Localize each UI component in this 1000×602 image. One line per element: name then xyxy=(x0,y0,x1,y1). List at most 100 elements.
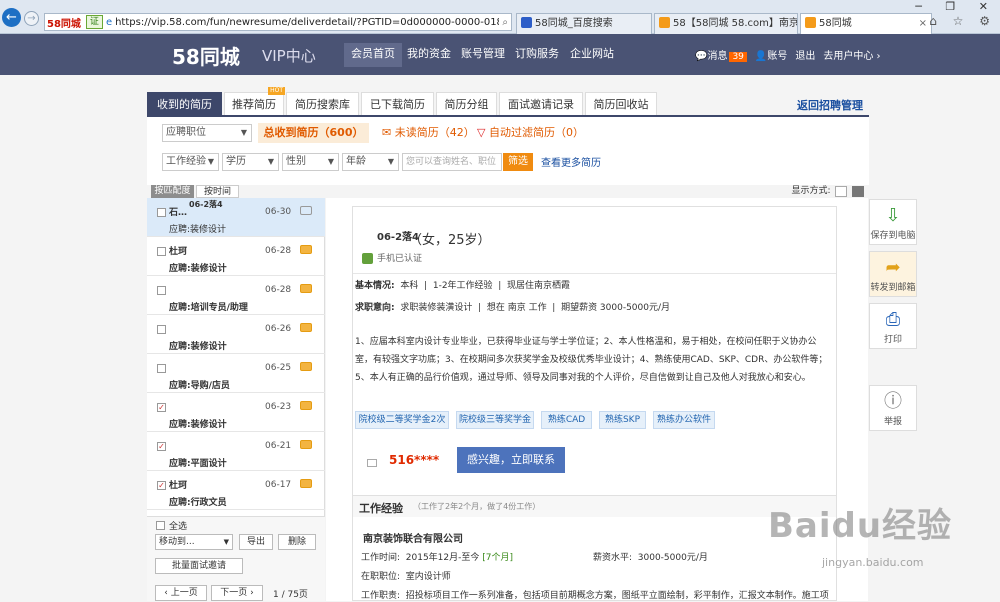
prev-page-button[interactable]: ‹ 上一页 xyxy=(155,585,207,601)
address-bar[interactable]: 58同城 证 e https://vip.58.com/fun/newresum… xyxy=(44,13,512,31)
next-page-button[interactable]: 下一页 › xyxy=(211,585,263,601)
position-select[interactable]: 应聘职位 ▼ xyxy=(162,124,252,142)
select-value: 性别 xyxy=(286,156,306,167)
tab-interview-records[interactable]: 面试邀请记录 xyxy=(499,92,583,115)
list-item[interactable]: 06-25 应聘:导购/店员 xyxy=(147,354,325,393)
info-icon: ⓘ xyxy=(884,391,902,412)
tab-received[interactable]: 收到的简历 xyxy=(147,92,222,115)
site-tag: 58同城 xyxy=(47,18,81,30)
url-text[interactable]: https://vip.58.com/fun/newresume/deliver… xyxy=(115,17,499,28)
browser-toolbar: ← → 58同城 证 e https://vip.58.com/fun/newr… xyxy=(0,0,1000,34)
phone-verified-icon xyxy=(362,253,373,264)
select-all-checkbox[interactable] xyxy=(156,521,165,530)
list-item[interactable]: 06-28 应聘:培训专员/助理 xyxy=(147,276,325,315)
unread-resumes-link[interactable]: ✉ 未读简历（42） xyxy=(382,124,475,142)
return-recruit-link[interactable]: 返回招聘管理 xyxy=(797,97,863,113)
applied-position: 应聘:行政文员 xyxy=(169,498,227,508)
nav-subscribe[interactable]: 订购服务 xyxy=(508,43,566,67)
row-checkbox[interactable] xyxy=(157,364,166,373)
back-icon[interactable]: ← xyxy=(2,8,21,27)
experience-select[interactable]: 工作经验 ▼ xyxy=(162,153,219,171)
save-to-pc-button[interactable]: ⇩ 保存到电脑 xyxy=(869,199,917,245)
list-item[interactable]: ✓ 06-21 应聘:平面设计 xyxy=(147,432,325,471)
basic-education: 本科 xyxy=(400,281,419,291)
account-link[interactable]: 账号 xyxy=(767,51,787,62)
nav-member-home[interactable]: 会员首页 xyxy=(344,43,402,67)
nav-account[interactable]: 账号管理 xyxy=(454,43,512,67)
sort-by-match[interactable]: 按匹配度 xyxy=(151,185,194,198)
list-item[interactable]: ✓ 06-23 应聘:装修设计 xyxy=(147,393,325,432)
browser-tab-58-nanjing[interactable]: 58【58同城 58.com】南京分类... xyxy=(654,13,798,34)
search-input[interactable]: 您可以查询姓名、职位 xyxy=(402,153,502,171)
list-item[interactable]: 杜珂 06-28 应聘:装修设计 xyxy=(147,237,325,276)
browser-tools-icons[interactable]: ⌂ ☆ ⚙ xyxy=(929,14,996,28)
gender-select[interactable]: 性别 ▼ xyxy=(282,153,339,171)
basic-info-row: 基本情况: 本科 | 1-2年工作经验 | 现居住南京栖霞 xyxy=(355,281,571,291)
nav-funds[interactable]: 我的资金 xyxy=(400,43,458,67)
tab-groups[interactable]: 简历分组 xyxy=(436,92,497,115)
applied-position: 应聘:导购/店员 xyxy=(169,381,230,391)
tab-recommended[interactable]: 推荐简历 HOT xyxy=(224,87,285,115)
row-checkbox[interactable] xyxy=(157,208,166,217)
age-select[interactable]: 年龄 ▼ xyxy=(342,153,399,171)
tab-recycle-bin[interactable]: 简历回收站 xyxy=(585,92,657,115)
sort-by-time[interactable]: 按时间 xyxy=(196,185,239,198)
contact-now-button[interactable]: 感兴趣，立即联系 xyxy=(457,447,565,473)
apply-date: 06-28 xyxy=(265,246,292,256)
unread-label: 未读简历（42） xyxy=(394,126,475,139)
unread-envelope-icon xyxy=(300,323,312,332)
row-checkbox-checked[interactable]: ✓ xyxy=(157,442,166,451)
tab-downloaded[interactable]: 已下载简历 xyxy=(361,92,434,115)
close-icon[interactable]: × xyxy=(919,14,927,33)
total-resumes-tab[interactable]: 总收到简历（600） xyxy=(258,123,369,143)
browser-tab-58-active[interactable]: 58同城 × xyxy=(800,13,932,34)
grid-view-icon[interactable] xyxy=(852,186,864,197)
experience-title: 工作经验 xyxy=(359,502,403,515)
filter-button[interactable]: 筛选 xyxy=(503,153,533,171)
print-button[interactable]: ⎙ 打印 xyxy=(869,303,917,349)
list-item[interactable]: 石… 06-2落4 06-30 应聘:装修设计 xyxy=(147,198,325,237)
row-checkbox[interactable] xyxy=(157,247,166,256)
apply-date: 06-30 xyxy=(265,207,292,217)
list-item[interactable]: 06-26 应聘:装修设计 xyxy=(147,315,325,354)
list-view-icon[interactable] xyxy=(835,186,847,197)
education-select[interactable]: 学历 ▼ xyxy=(222,153,279,171)
job-intent-row: 求职意向: 求职装修装潢设计 | 想在 南京 工作 | 期望薪资 3000-50… xyxy=(355,303,671,313)
window-controls[interactable]: ─ ❐ ✕ xyxy=(915,0,998,13)
applicant-name: 杜珂 xyxy=(169,481,188,491)
mail-icon: ✉ xyxy=(382,126,392,139)
apply-date: 06-21 xyxy=(265,441,292,451)
batch-interview-button[interactable]: 批量面试邀请 xyxy=(155,558,243,574)
select-value: 工作经验 xyxy=(166,156,206,167)
cert-badge[interactable]: 证 xyxy=(85,15,103,29)
site-header: 58同城 VIP中心 会员首页 我的资金 账号管理 订购服务 企业网站 💬消息 3… xyxy=(0,34,1000,75)
tab-search-library[interactable]: 简历搜索库 xyxy=(286,92,359,115)
message-link[interactable]: 消息 xyxy=(707,51,727,62)
search-icon[interactable]: ⌕ xyxy=(502,17,508,28)
forward-email-button[interactable]: ➦ 转发到邮箱 xyxy=(869,251,917,297)
auto-filter-link[interactable]: ▽ 自动过滤简历（0） xyxy=(477,124,584,142)
report-button[interactable]: ⓘ 举报 xyxy=(869,385,917,431)
row-checkbox[interactable] xyxy=(157,325,166,334)
delete-button[interactable]: 删除 xyxy=(278,534,316,550)
time-label: 工作时间: xyxy=(361,553,401,563)
browser-tab-baidu[interactable]: 58同城_百度搜索 xyxy=(516,13,652,34)
nav-enterprise-site[interactable]: 企业网站 xyxy=(563,43,621,67)
forward-icon[interactable]: → xyxy=(24,11,39,26)
logout-link[interactable]: 退出 xyxy=(795,51,815,62)
duty-value: 招投标项目工作一系列准备，包括项目前期概念方案，图纸平立面绘制，彩平制作，汇报文… xyxy=(405,591,829,601)
row-checkbox-checked[interactable]: ✓ xyxy=(157,403,166,412)
intent-salary: 期望薪资 3000-5000元/月 xyxy=(561,303,671,313)
logo[interactable]: 58同城 xyxy=(172,41,240,70)
skill-tag: 院校级二等奖学金2次 xyxy=(355,411,449,429)
user-center-link[interactable]: 去用户中心 › xyxy=(823,51,880,62)
row-checkbox-checked[interactable]: ✓ xyxy=(157,481,166,490)
export-button[interactable]: 导出 xyxy=(239,534,273,550)
message-icon[interactable]: 💬 xyxy=(695,51,707,62)
self-description: 1、应届本科室内设计专业毕业，已获得毕业证与学士学位证；2、本人性格温和，易于相… xyxy=(355,337,828,383)
list-item[interactable]: ✓ 杜珂 06-17 应聘:行政文员 xyxy=(147,471,325,510)
row-checkbox[interactable] xyxy=(157,286,166,295)
work-time-row: 工作时间: 2015年12月-至今 [7个月] xyxy=(361,552,513,564)
more-resumes-link[interactable]: 查看更多简历 xyxy=(541,154,601,169)
move-to-select[interactable]: 移动到... ▼ xyxy=(155,534,233,550)
